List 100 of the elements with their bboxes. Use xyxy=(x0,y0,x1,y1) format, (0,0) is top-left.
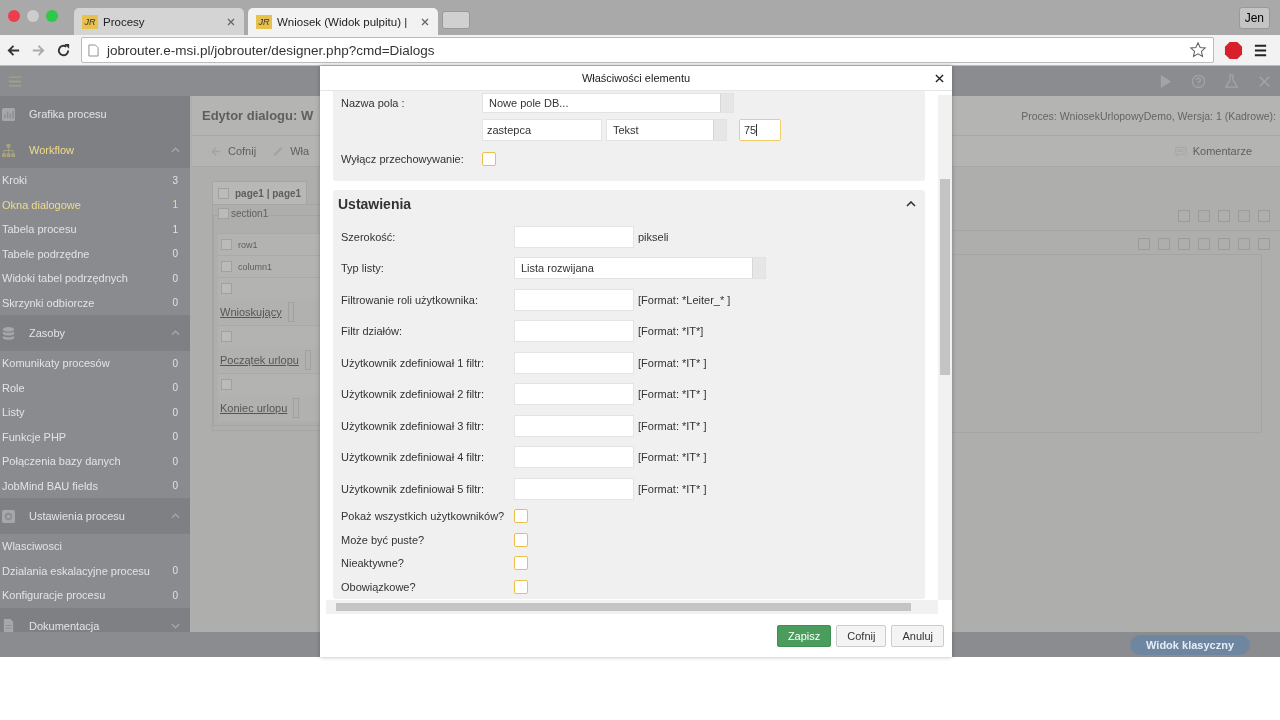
dialog-button[interactable]: Anuluj xyxy=(891,624,944,647)
input-field[interactable] xyxy=(514,383,634,406)
checkbox[interactable] xyxy=(514,556,528,571)
field-label-link[interactable]: Koniec urlopu xyxy=(220,402,288,414)
sidebar-section[interactable]: Zasoby xyxy=(0,315,190,351)
sidebar-item[interactable]: Kroki 3 xyxy=(0,168,190,193)
input-field[interactable] xyxy=(514,225,634,248)
properties-button[interactable]: Wła xyxy=(268,143,314,159)
checkbox[interactable] xyxy=(514,579,528,594)
field-label: Filtrowanie roli użytkownika: xyxy=(341,293,479,306)
horizontal-scrollbar[interactable] xyxy=(326,600,938,614)
stop-sign-icon[interactable] xyxy=(1224,40,1243,60)
editor-title: Edytor dialogu: W xyxy=(202,108,314,123)
process-info: Proces: WniosekUrlopowyDemo, Wersja: 1 (Kadrowe): xyxy=(1021,109,1276,122)
list-type-select[interactable]: Lista rozwijana xyxy=(514,257,766,280)
zoom-window-button[interactable] xyxy=(46,9,58,22)
undo-button[interactable]: Cofnij xyxy=(206,143,261,159)
sidebar-item[interactable]: Okna dialogowe 1 xyxy=(0,192,190,217)
dialog-button[interactable]: Cofnij xyxy=(836,624,887,647)
field-label-link[interactable]: Wnioskujący xyxy=(220,306,282,318)
type-select[interactable]: Tekst xyxy=(606,118,727,141)
field-label: Wyłącz przechowywanie: xyxy=(341,152,465,165)
field-label-link[interactable]: Początek urlopu xyxy=(220,354,299,366)
format-hint: [Format: *IT* ] xyxy=(638,388,707,401)
new-tab-button[interactable] xyxy=(442,11,470,29)
flask-icon[interactable] xyxy=(1224,73,1239,89)
format-hint: [Format: *IT* ] xyxy=(638,451,707,464)
field-label: Szerokość: xyxy=(341,230,397,243)
sidebar-item[interactable]: Konfiguracje procesu 0 xyxy=(0,583,190,608)
sidebar-section[interactable]: Ustawienia procesu xyxy=(0,498,190,534)
sidebar-item[interactable]: Skrzynki odbiorcze 0 xyxy=(0,290,190,315)
format-hint: [Format: *IT* ] xyxy=(638,419,707,432)
length-input[interactable]: 75 xyxy=(739,118,781,141)
site-logo: JR xyxy=(82,14,98,29)
element-header[interactable] xyxy=(218,325,320,347)
sidebar-section[interactable]: Dokumentacja xyxy=(0,607,190,632)
chevron-down-icon[interactable] xyxy=(171,622,180,629)
address-bar[interactable]: jobrouter.e-msi.pl/jobrouter/designer.php?cmd=Dialogs xyxy=(81,37,1214,63)
checkbox[interactable] xyxy=(514,532,528,547)
help-icon[interactable] xyxy=(1191,73,1206,89)
sidebar-section[interactable]: Workflow xyxy=(0,132,190,168)
field-label: Użytkownik zdefiniował 2 filtr: xyxy=(341,388,486,401)
format-hint: [Format: *Leiter_* ] xyxy=(638,293,731,306)
input-field[interactable] xyxy=(514,477,634,500)
format-hint: pikseli xyxy=(638,230,669,243)
field-name-input[interactable]: zastepca xyxy=(482,118,602,141)
field-label: Użytkownik zdefiniował 3 filtr: xyxy=(341,419,486,432)
sidebar-item[interactable]: Tabela procesu 1 xyxy=(0,217,190,242)
browser-tab[interactable]: JR Procesy xyxy=(74,8,244,35)
sidebar-item[interactable]: Połączenia bazy danych 0 xyxy=(0,449,190,474)
sidebar-section[interactable]: Grafika procesu xyxy=(0,96,190,132)
hierarchy-icon xyxy=(2,143,15,157)
minimize-window-button[interactable] xyxy=(27,9,39,22)
field-label: Użytkownik zdefiniował 4 filtr: xyxy=(341,451,486,464)
layout-row[interactable]: row1 xyxy=(218,233,320,255)
save-button[interactable]: Zapisz xyxy=(776,624,832,647)
chart-icon xyxy=(2,107,15,121)
sidebar-item[interactable]: Listy 0 xyxy=(0,400,190,425)
page-icon xyxy=(88,43,99,57)
format-hint: [Format: *IT*] xyxy=(638,325,704,338)
checkbox[interactable] xyxy=(514,509,528,524)
checkbox[interactable] xyxy=(482,151,496,166)
vertical-scrollbar[interactable] xyxy=(938,95,952,600)
back-icon[interactable] xyxy=(6,42,21,58)
database-icon xyxy=(2,326,15,340)
forward-icon[interactable] xyxy=(31,42,46,58)
input-field[interactable] xyxy=(514,351,634,374)
dialog-title: Właściwości elementu xyxy=(581,72,691,84)
section-label: section1 xyxy=(218,208,269,219)
field-label: Typ listy: xyxy=(341,262,385,275)
input-field[interactable] xyxy=(514,288,634,311)
close-window-button[interactable] xyxy=(8,9,20,22)
classic-view-button[interactable]: Widok klasyczny xyxy=(1130,634,1250,655)
reload-icon[interactable] xyxy=(56,42,71,58)
db-field-select[interactable]: Nowe pole DB... xyxy=(482,93,734,113)
page-tab[interactable]: page1 | page1 xyxy=(212,181,308,204)
input-field[interactable] xyxy=(514,414,634,437)
input-field[interactable] xyxy=(514,446,634,469)
input-field[interactable] xyxy=(514,320,634,343)
element-header[interactable] xyxy=(218,277,320,299)
sidebar-item[interactable]: Widoki tabel podrzędnych 0 xyxy=(0,266,190,291)
field-label: Obowiązkowe? xyxy=(341,580,417,593)
browser-tab[interactable]: JR Wniosek (Widok pulpitu) | xyxy=(248,8,438,35)
sidebar-item[interactable]: Funkcje PHP 0 xyxy=(0,424,190,449)
field-label: Użytkownik zdefiniował 5 filtr: xyxy=(341,482,486,495)
sidebar-item[interactable]: Role 0 xyxy=(0,375,190,400)
sidebar-item[interactable]: Wlasciwosci xyxy=(0,534,190,559)
format-hint: [Format: *IT* ] xyxy=(638,356,707,369)
sidebar-item[interactable]: Dzialania eskalacyjne procesu 0 xyxy=(0,558,190,583)
sidebar-item[interactable]: Tabele podrzędne 0 xyxy=(0,241,190,266)
chevron-up-icon[interactable] xyxy=(906,200,916,207)
star-icon[interactable] xyxy=(1189,41,1207,59)
close-icon[interactable] xyxy=(935,74,944,83)
menu-icon[interactable] xyxy=(1253,42,1268,58)
profile-button[interactable]: Jen xyxy=(1238,6,1270,29)
sidebar-item[interactable]: JobMind BAU fields 0 xyxy=(0,473,190,498)
element-header[interactable] xyxy=(218,373,320,395)
comments-button[interactable]: Komentarze xyxy=(1170,143,1256,159)
layout-row[interactable]: column1 xyxy=(218,255,320,277)
sidebar-item[interactable]: Komunikaty procesów 0 xyxy=(0,351,190,376)
